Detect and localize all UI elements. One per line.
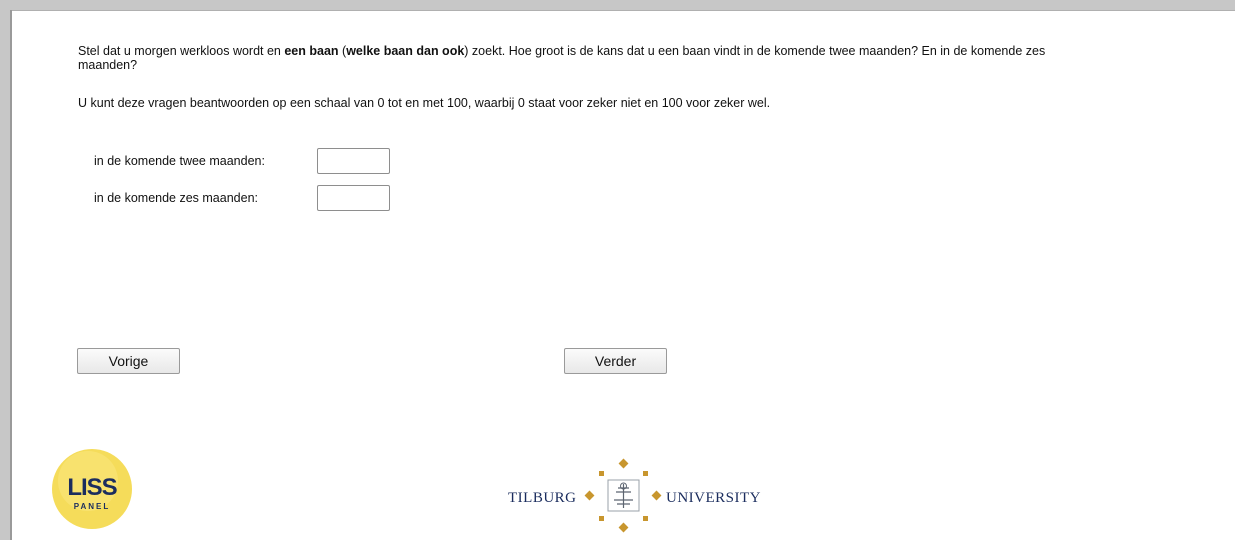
previous-button[interactable]: Vorige — [77, 348, 180, 374]
question-bold-een-baan: een baan — [284, 44, 339, 58]
six-months-label: in de komende zes maanden: — [94, 191, 258, 205]
window-left-border-inner — [10, 10, 12, 540]
question-part-1: Stel dat u morgen werkloos wordt en — [78, 44, 285, 58]
two-months-label: in de komende twee maanden: — [94, 154, 265, 168]
next-button[interactable]: Verder — [564, 348, 667, 374]
window-top-border-inner — [10, 10, 1235, 11]
tilburg-logo-left-text: TILBURG — [508, 490, 577, 506]
tilburg-logo-right-text: UNIVERSITY — [666, 490, 761, 506]
field-row-six-months: in de komende zes maanden: — [94, 185, 390, 211]
tilburg-university-logo: TILBURG UNIVERSITY — [508, 458, 761, 533]
tilburg-emblem-icon — [584, 458, 662, 533]
window-top-border — [0, 0, 1235, 10]
liss-logo-bottom-text: PANEL — [74, 502, 111, 511]
field-row-two-months: in de komende twee maanden: — [94, 148, 390, 174]
question-text: Stel dat u morgen werkloos wordt en een … — [78, 44, 1078, 72]
liss-panel-logo: LISS PANEL — [52, 449, 132, 529]
question-bold-welke-baan: welke baan dan ook — [346, 44, 465, 58]
two-months-input[interactable] — [317, 148, 390, 174]
six-months-input[interactable] — [317, 185, 390, 211]
scale-instruction: U kunt deze vragen beantwoorden op een s… — [78, 96, 771, 110]
liss-logo-top-text: LISS — [67, 474, 117, 501]
